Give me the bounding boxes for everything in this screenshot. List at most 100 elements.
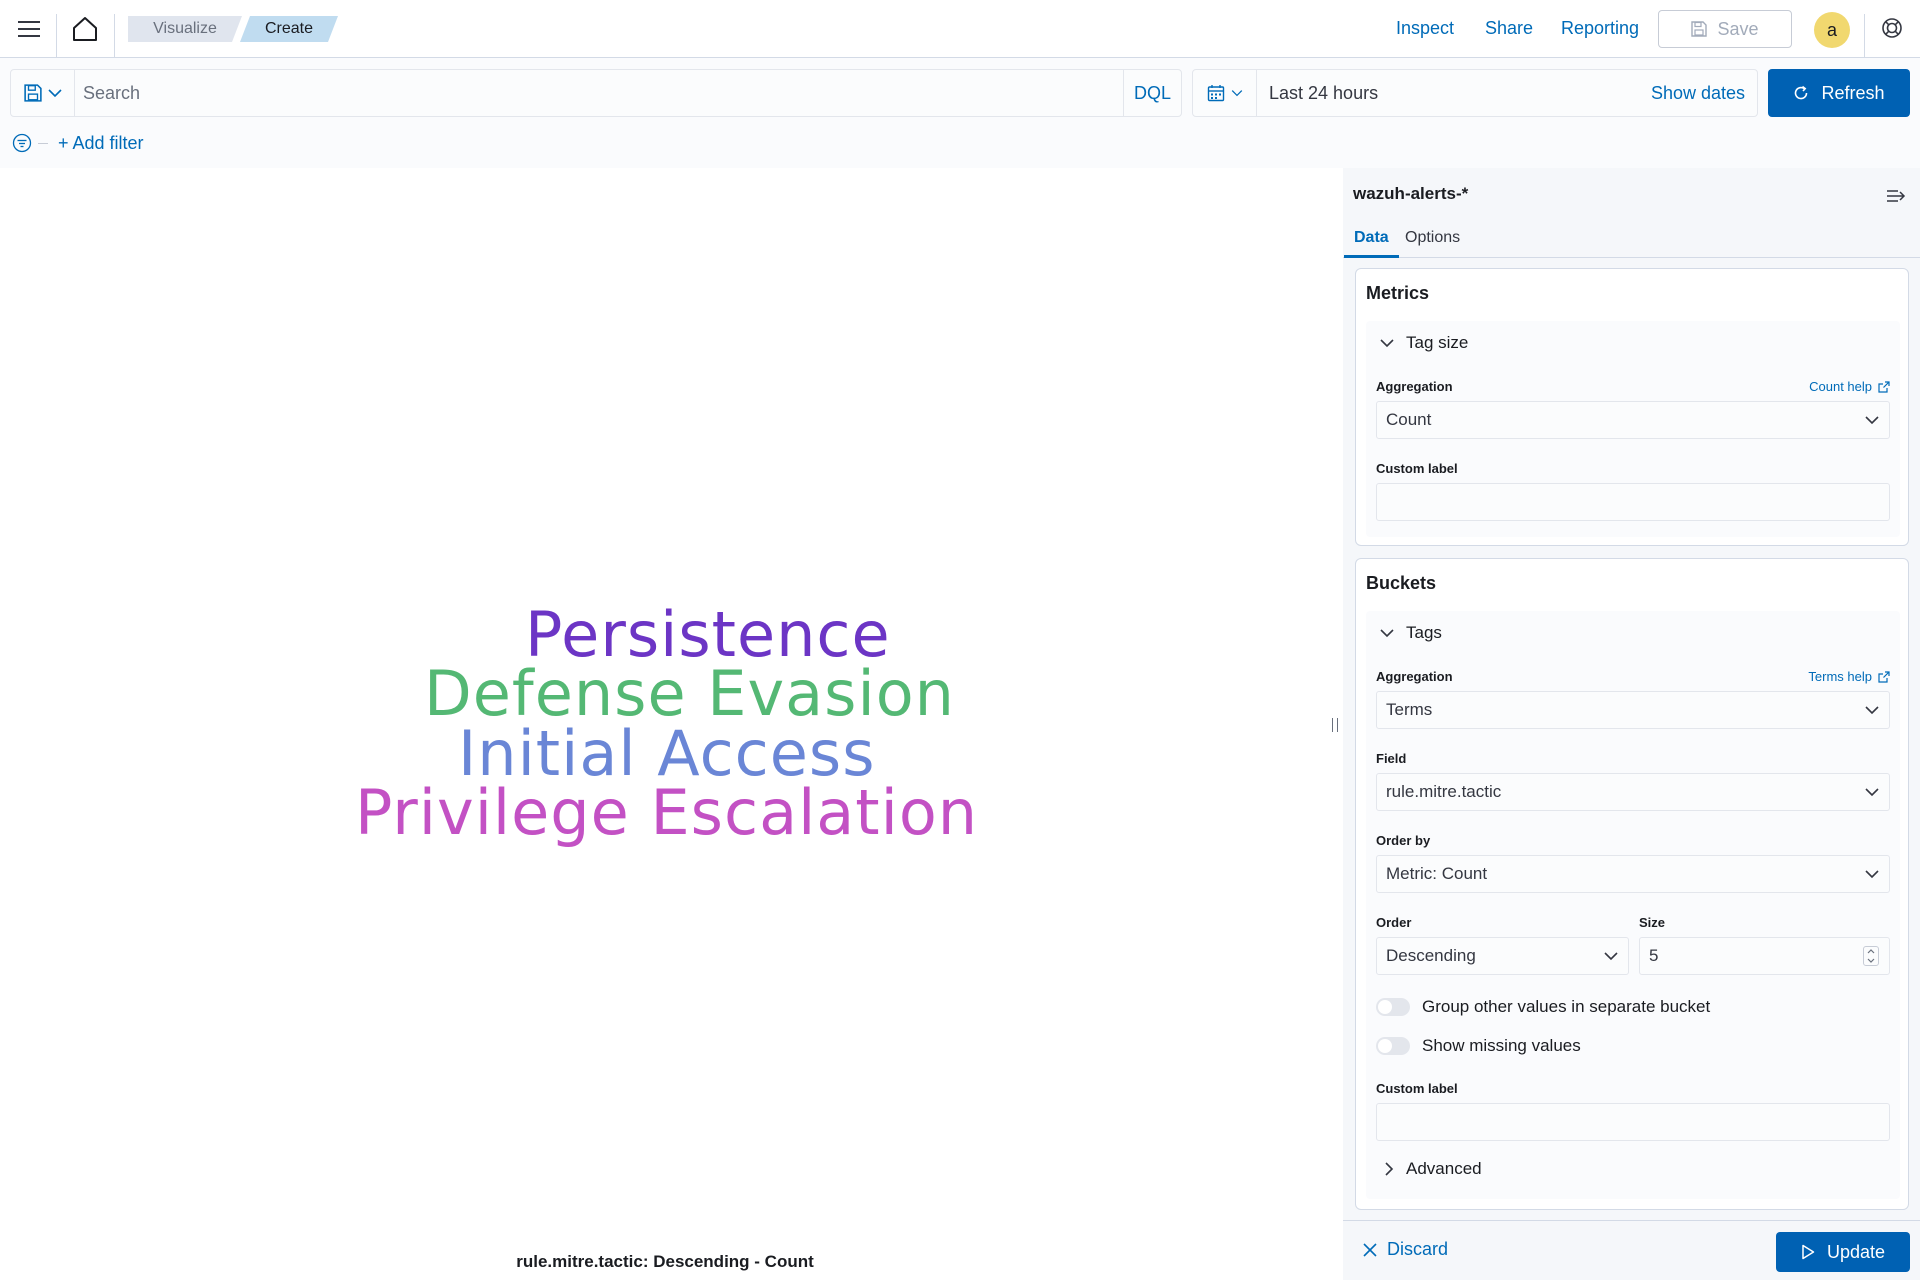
tab-data[interactable]: Data bbox=[1344, 220, 1399, 258]
group-other-toggle-row: Group other values in separate bucket bbox=[1376, 997, 1710, 1017]
order-by-select[interactable]: Metric: Count bbox=[1376, 855, 1890, 893]
chevron-down-icon bbox=[1865, 870, 1879, 879]
save-label: Save bbox=[1717, 18, 1759, 39]
save-icon bbox=[23, 84, 42, 102]
terms-help-link[interactable]: Terms help bbox=[1808, 669, 1890, 684]
metrics-panel: Metrics Tag size Aggregation Count help … bbox=[1355, 268, 1909, 546]
external-link-icon bbox=[1878, 380, 1890, 393]
size-value: 5 bbox=[1649, 946, 1659, 965]
filter-icon[interactable] bbox=[12, 133, 32, 153]
metric-agg-box: Tag size Aggregation Count help Count Cu… bbox=[1366, 321, 1900, 537]
help-icon[interactable] bbox=[1878, 14, 1906, 42]
play-icon bbox=[1802, 1244, 1815, 1260]
group-other-toggle[interactable] bbox=[1376, 998, 1410, 1016]
add-filter-link[interactable]: + Add filter bbox=[58, 133, 144, 154]
terms-help-text: Terms help bbox=[1808, 669, 1872, 684]
search-bar: DQL bbox=[10, 69, 1182, 117]
header-divider bbox=[1864, 14, 1865, 58]
custom-label-label: Custom label bbox=[1376, 1081, 1458, 1096]
bucket-aggregation-value: Terms bbox=[1386, 700, 1433, 719]
bucket-custom-label-input[interactable] bbox=[1376, 1103, 1890, 1141]
top-header: Visualize Create Inspect Share Reporting… bbox=[0, 0, 1920, 58]
count-help-link[interactable]: Count help bbox=[1809, 379, 1890, 394]
avatar[interactable]: a bbox=[1814, 12, 1850, 48]
save-icon bbox=[1691, 21, 1708, 37]
time-range-text[interactable]: Last 24 hours bbox=[1269, 70, 1378, 116]
refresh-icon bbox=[1795, 85, 1808, 100]
size-label: Size bbox=[1639, 915, 1666, 930]
tag-size-label: Tag size bbox=[1406, 333, 1469, 352]
custom-label-label: Custom label bbox=[1376, 461, 1458, 476]
quick-date-menu[interactable] bbox=[1193, 70, 1257, 116]
update-button[interactable]: Update bbox=[1776, 1232, 1910, 1272]
chevron-down-icon bbox=[1380, 339, 1394, 348]
group-other-label: Group other values in separate bucket bbox=[1422, 997, 1711, 1016]
index-pattern-title: wazuh-alerts-* bbox=[1353, 184, 1469, 203]
reporting-link[interactable]: Reporting bbox=[1561, 18, 1639, 39]
external-link-icon bbox=[1878, 670, 1890, 683]
home-icon[interactable] bbox=[68, 12, 102, 46]
bucket-aggregation-select[interactable]: Terms bbox=[1376, 691, 1890, 729]
header-divider bbox=[56, 14, 57, 58]
order-select[interactable]: Descending bbox=[1376, 937, 1629, 975]
aggregation-label: Aggregation bbox=[1376, 379, 1453, 394]
menu-icon[interactable] bbox=[14, 14, 44, 44]
close-icon bbox=[1363, 1242, 1377, 1257]
bucket-agg-box: Tags Aggregation Terms help Terms Field … bbox=[1366, 611, 1900, 1199]
show-dates-link[interactable]: Show dates bbox=[1651, 70, 1745, 116]
discard-button[interactable]: Discard bbox=[1363, 1239, 1448, 1260]
discard-label: Discard bbox=[1387, 1239, 1449, 1259]
breadcrumb-visualize[interactable]: Visualize bbox=[128, 16, 242, 42]
tag-size-accordion[interactable]: Tag size bbox=[1380, 333, 1468, 353]
metric-aggregation-select[interactable]: Count bbox=[1376, 401, 1890, 439]
chevron-down-icon bbox=[1604, 952, 1618, 961]
filter-bar: + Add filter bbox=[12, 128, 144, 158]
refresh-label: Refresh bbox=[1821, 82, 1885, 103]
chevron-up-icon bbox=[1867, 949, 1875, 954]
advanced-toggle[interactable]: Advanced bbox=[1384, 1159, 1482, 1179]
chevron-down-icon bbox=[1865, 788, 1879, 797]
show-missing-toggle-row: Show missing values bbox=[1376, 1036, 1581, 1056]
tab-options[interactable]: Options bbox=[1395, 220, 1470, 258]
saved-query-menu[interactable] bbox=[11, 70, 75, 116]
order-by-value: Metric: Count bbox=[1386, 864, 1488, 883]
cloud-word[interactable]: Privilege Escalation bbox=[355, 776, 978, 849]
inspect-link[interactable]: Inspect bbox=[1396, 18, 1454, 39]
editor-tabs: Data Options bbox=[1343, 220, 1920, 258]
chevron-right-icon bbox=[1385, 1162, 1394, 1176]
header-divider bbox=[114, 14, 115, 58]
field-label: Field bbox=[1376, 751, 1407, 766]
query-bar: DQL Last 24 hours Show dates Refresh + A… bbox=[0, 58, 1920, 168]
metric-custom-label-input[interactable] bbox=[1376, 483, 1890, 521]
calendar-icon bbox=[1207, 85, 1224, 102]
buckets-title: Buckets bbox=[1366, 573, 1437, 593]
tags-accordion[interactable]: Tags bbox=[1380, 623, 1442, 643]
refresh-button[interactable]: Refresh bbox=[1768, 69, 1910, 117]
query-language-button[interactable]: DQL bbox=[1123, 70, 1181, 116]
size-input[interactable]: 5 bbox=[1639, 937, 1890, 975]
chevron-down-icon bbox=[1867, 958, 1875, 963]
editor-sidebar: wazuh-alerts-* Data Options Metrics Tag … bbox=[1343, 168, 1920, 1280]
advanced-label: Advanced bbox=[1406, 1159, 1482, 1178]
show-missing-label: Show missing values bbox=[1422, 1036, 1581, 1055]
share-link[interactable]: Share bbox=[1485, 18, 1533, 39]
metric-aggregation-value: Count bbox=[1386, 410, 1432, 429]
chevron-down-icon bbox=[1865, 706, 1879, 715]
field-select[interactable]: rule.mitre.tactic bbox=[1376, 773, 1890, 811]
chevron-down-icon bbox=[1865, 416, 1879, 425]
size-stepper[interactable] bbox=[1863, 946, 1879, 966]
filter-divider bbox=[38, 142, 48, 144]
aggregation-label: Aggregation bbox=[1376, 669, 1453, 684]
count-help-text: Count help bbox=[1809, 379, 1872, 394]
update-label: Update bbox=[1826, 1241, 1886, 1262]
tags-label: Tags bbox=[1406, 623, 1442, 642]
panel-resize-handle[interactable] bbox=[1332, 718, 1338, 732]
field-value: rule.mitre.tactic bbox=[1386, 782, 1502, 801]
search-input[interactable] bbox=[83, 70, 1083, 116]
chevron-down-icon bbox=[1380, 629, 1394, 638]
save-button[interactable]: Save bbox=[1658, 10, 1792, 48]
collapse-sidebar-icon[interactable] bbox=[1884, 184, 1908, 208]
visualization-caption: rule.mitre.tactic: Descending - Count bbox=[516, 1252, 814, 1271]
sidebar-footer: Discard Update bbox=[1343, 1220, 1920, 1280]
show-missing-toggle[interactable] bbox=[1376, 1037, 1410, 1055]
